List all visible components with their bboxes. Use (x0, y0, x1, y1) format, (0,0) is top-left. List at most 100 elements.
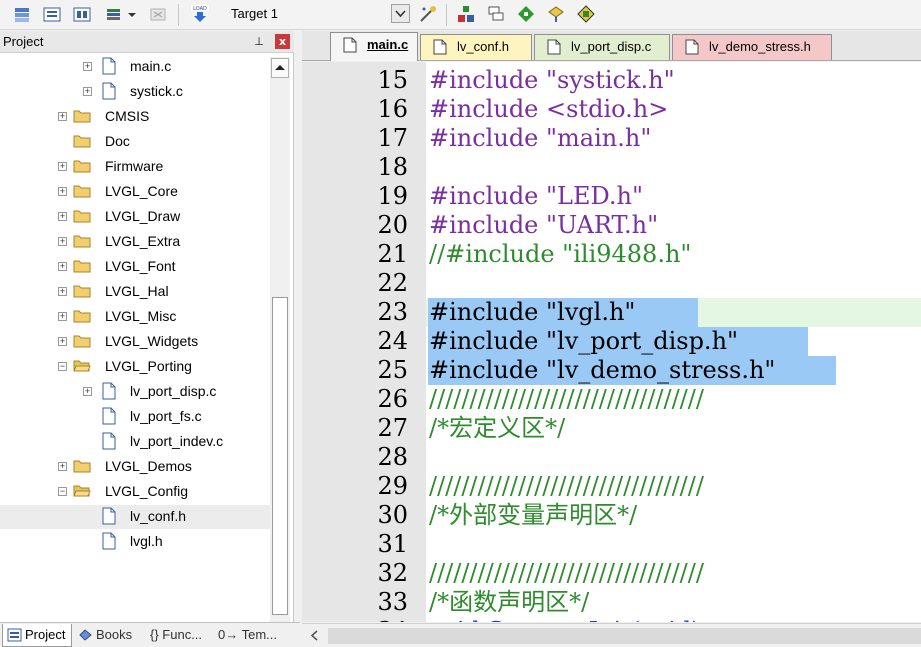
code-line[interactable]: 33 /*函数声明区*/ (302, 588, 921, 617)
code-text: #include "lv_demo_stress.h" (429, 356, 776, 384)
editor-scroll-left-button[interactable] (306, 627, 323, 644)
tree-item[interactable]: lv_port_indev.c (0, 430, 270, 454)
code-editor[interactable]: 15 #include "systick.h" 16 #include <stdio.… (302, 62, 921, 622)
editor-tab[interactable]: lv_demo_stress.h (672, 34, 832, 60)
code-line[interactable]: 22 (302, 269, 921, 298)
tab-templates[interactable]: 0→ Tem... (216, 624, 286, 647)
code-line[interactable]: 15 #include "systick.h" (302, 66, 921, 95)
collapse-icon[interactable]: − (58, 487, 67, 496)
tree-item[interactable]: + LVGL_Misc (0, 305, 270, 329)
expand-icon[interactable]: + (58, 262, 67, 271)
tab-project[interactable]: Project (2, 624, 72, 647)
code-line[interactable]: 34 void System_Init(void); (302, 617, 921, 622)
code-line[interactable]: 17 #include "main.h" (302, 124, 921, 153)
expand-icon[interactable]: + (58, 112, 67, 121)
collapse-icon[interactable]: − (58, 362, 67, 371)
toolbar: LOAD Target 1 (0, 0, 921, 30)
expand-icon[interactable]: + (83, 62, 92, 71)
rebuild-icon[interactable] (72, 4, 92, 24)
tree-item[interactable]: − LVGL_Config (0, 480, 270, 504)
code-line[interactable]: 20 #include "UART.h" (302, 211, 921, 240)
code-line[interactable]: 23 #include "lvgl.h" (302, 298, 921, 327)
expand-icon[interactable]: + (83, 387, 92, 396)
code-line[interactable]: 16 #include <stdio.h> (302, 95, 921, 124)
tree-item[interactable]: + LVGL_Extra (0, 230, 270, 254)
code-line[interactable]: 24 #include "lv_port_disp.h" (302, 327, 921, 356)
code-text: ////////////////////////////////// (429, 472, 704, 500)
target-select[interactable]: Target 1 (225, 3, 411, 25)
manage-components-icon[interactable] (456, 4, 476, 24)
folder-icon (73, 235, 91, 248)
select-packs-icon[interactable] (486, 4, 506, 24)
pack-installer-icon[interactable] (516, 4, 536, 24)
expand-icon[interactable]: + (83, 87, 92, 96)
tree-item[interactable]: + LVGL_Demos (0, 455, 270, 479)
target-dropdown-button[interactable] (391, 4, 410, 23)
expand-icon[interactable]: + (58, 162, 67, 171)
code-line[interactable]: 25 #include "lv_demo_stress.h" (302, 356, 921, 385)
tree-item[interactable]: + LVGL_Draw (0, 205, 270, 229)
chevron-down-icon[interactable] (126, 4, 138, 24)
scroll-up-button[interactable] (271, 58, 289, 78)
expand-icon[interactable]: + (58, 462, 67, 471)
translate-icon[interactable] (12, 4, 32, 24)
target-options-icon[interactable] (418, 4, 438, 24)
editor-tab[interactable]: lv_port_disp.c (534, 34, 670, 60)
tree-item[interactable]: + LVGL_Font (0, 255, 270, 279)
tree-item[interactable]: + Firmware (0, 155, 270, 179)
tree-item-label: LVGL_Font (105, 258, 176, 274)
editor-tab[interactable]: main.c (330, 32, 418, 61)
scroll-thumb[interactable] (272, 297, 288, 615)
batch-build-icon[interactable] (104, 4, 124, 24)
line-number: 15 (377, 66, 408, 94)
expand-icon[interactable]: + (58, 337, 67, 346)
code-line[interactable]: 18 (302, 153, 921, 182)
code-line[interactable]: 27 /*宏定义区*/ (302, 414, 921, 443)
pin-icon[interactable]: ⊥ (252, 34, 266, 49)
expand-icon[interactable]: + (58, 312, 67, 321)
tree-item[interactable]: Doc (0, 130, 270, 154)
build-icon[interactable] (42, 4, 62, 24)
tree-item[interactable]: − LVGL_Porting (0, 355, 270, 379)
code-line[interactable]: 26 ////////////////////////////////// (302, 385, 921, 414)
editor-scroll-track[interactable] (328, 628, 921, 644)
close-panel-button[interactable]: x (275, 34, 290, 49)
project-icon (7, 628, 22, 642)
expand-icon[interactable]: + (58, 237, 67, 246)
tree-item[interactable]: lv_conf.h (0, 505, 270, 529)
code-line[interactable]: 28 (302, 443, 921, 472)
project-panel: Project ⊥ x + main.c + systick.c + CMSIS Doc + F… (0, 31, 294, 647)
tree-item[interactable]: lvgl.h (0, 530, 270, 554)
tree-item-label: lvgl.h (130, 533, 163, 549)
run-env-icon[interactable] (546, 4, 566, 24)
tree-item[interactable]: + lv_port_disp.c (0, 380, 270, 404)
tree-item[interactable]: + systick.c (0, 80, 270, 104)
tree-item[interactable]: + main.c (0, 55, 270, 79)
editor-horizontal-scrollbar[interactable] (302, 623, 921, 647)
tree-item[interactable]: + CMSIS (0, 105, 270, 129)
code-text: #include "systick.h" (429, 66, 675, 94)
editor-tab[interactable]: lv_conf.h (420, 34, 532, 60)
tree-vertical-scrollbar[interactable] (270, 57, 290, 625)
expand-icon[interactable]: + (58, 212, 67, 221)
tab-functions[interactable]: {} Func... (148, 624, 214, 647)
code-line[interactable]: 19 #include "LED.h" (302, 182, 921, 211)
debug-icon[interactable] (576, 4, 596, 24)
tree-item[interactable]: lv_port_fs.c (0, 405, 270, 429)
tab-templates-label: 0→ Tem... (218, 627, 278, 642)
expand-icon[interactable]: + (58, 187, 67, 196)
tree-item[interactable]: + LVGL_Core (0, 180, 270, 204)
tree-item[interactable]: + LVGL_Widgets (0, 330, 270, 354)
code-line[interactable]: 31 (302, 530, 921, 559)
code-text: /*函数声明区*/ (429, 588, 590, 616)
expand-icon[interactable]: + (58, 287, 67, 296)
download-icon[interactable]: LOAD (190, 4, 210, 24)
code-line[interactable]: 32 ////////////////////////////////// (302, 559, 921, 588)
code-line[interactable]: 29 ////////////////////////////////// (302, 472, 921, 501)
stop-build-icon[interactable] (148, 4, 168, 24)
tab-books[interactable]: Books (74, 624, 146, 647)
code-line[interactable]: 21 //#include "ili9488.h" (302, 240, 921, 269)
tree-item[interactable]: + LVGL_Hal (0, 280, 270, 304)
code-line[interactable]: 30 /*外部变量声明区*/ (302, 501, 921, 530)
tree-item-label: lv_port_disp.c (130, 383, 217, 399)
